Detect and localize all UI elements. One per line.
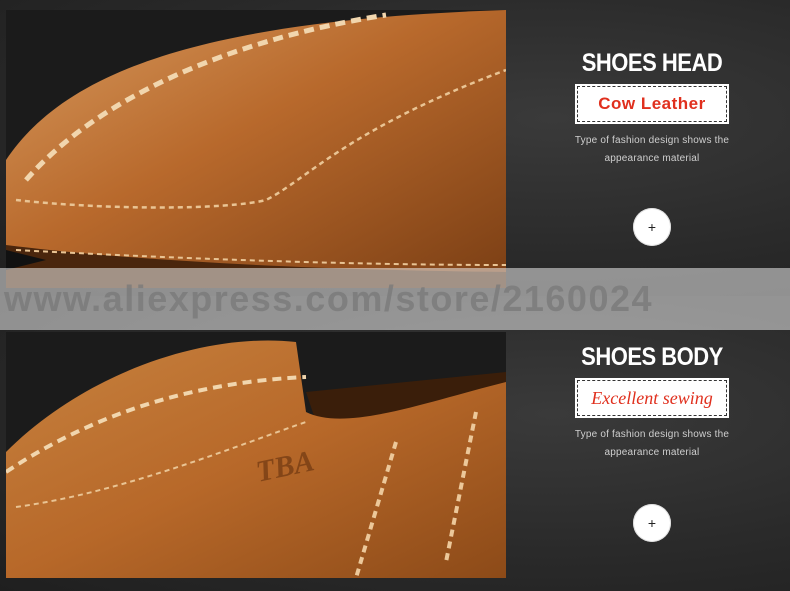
- section-description: Type of fashion design shows the appeara…: [520, 426, 784, 462]
- material-tag: Cow Leather: [575, 84, 729, 124]
- expand-plus-button[interactable]: +: [633, 504, 671, 542]
- description-line: Type of fashion design shows the: [574, 135, 730, 146]
- expand-plus-button[interactable]: +: [633, 208, 671, 246]
- shoes-head-info: SHOES HEAD Cow Leather Type of fashion d…: [520, 48, 784, 168]
- description-line: Type of fashion design shows the: [574, 429, 730, 440]
- store-watermark-text: www.aliexpress.com/store/2160024: [4, 278, 654, 319]
- section-heading: SHOES HEAD: [581, 48, 723, 77]
- section-heading: SHOES BODY: [581, 342, 723, 371]
- shoe-body-photo: TBA: [6, 332, 506, 578]
- shoes-body-info: SHOES BODY Excellent sewing Type of fash…: [520, 342, 784, 462]
- shoes-body-panel: TBA SHOES BODY Excellent sewing Type of …: [0, 296, 790, 591]
- feature-tag: Excellent sewing: [575, 378, 729, 418]
- description-line: appearance material: [604, 153, 700, 164]
- description-line: appearance material: [604, 447, 700, 458]
- store-watermark-band: www.aliexpress.com/store/2160024: [0, 268, 790, 330]
- shoe-head-photo: [6, 10, 506, 288]
- section-description: Type of fashion design shows the appeara…: [520, 132, 784, 168]
- shoes-head-panel: SHOES HEAD Cow Leather Type of fashion d…: [0, 0, 790, 296]
